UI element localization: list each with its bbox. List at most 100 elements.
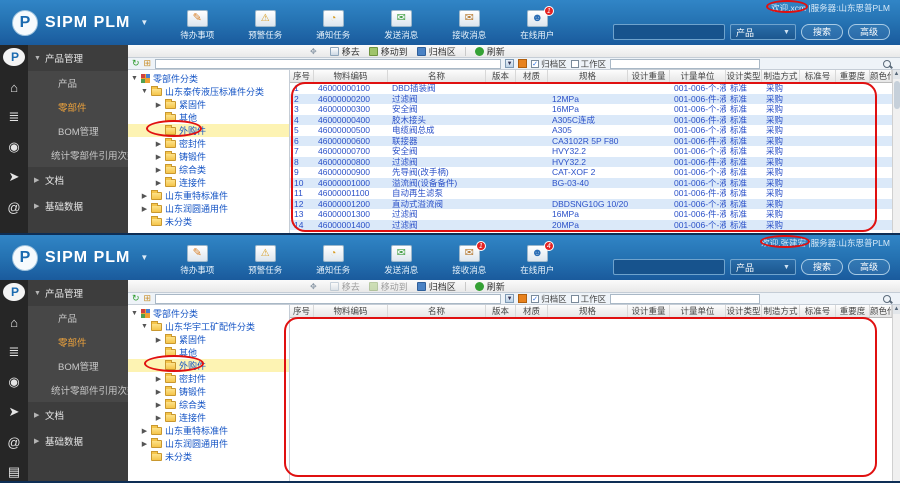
database-icon[interactable]: ≣ [4,108,24,126]
search-input[interactable] [613,259,725,275]
tree-arrow-icon[interactable]: ▼ [141,88,148,95]
support-icon[interactable]: @ [4,198,24,216]
column-header[interactable]: 颜色代号 [870,305,892,317]
column-header[interactable]: 重要度 [836,305,870,317]
sidebar-item-bom[interactable]: BOM管理 [28,354,128,378]
tree-node[interactable]: 外购件 [128,359,289,372]
table-row[interactable]: 1346000001300过滤阀16MPa001-006-件-液压标准采购 [290,209,892,220]
tree-arrow-icon[interactable]: ▶ [155,153,162,161]
tree-arrow-icon[interactable]: ▼ [131,310,138,317]
tree-node[interactable]: ▶ 山东润圆通用件 [128,202,289,215]
nav-warning-tasks[interactable]: 预警任务 [242,245,288,276]
column-header[interactable]: 制造方式 [762,70,800,82]
tree-node[interactable]: ▶ 铸锻件 [128,385,289,398]
nav-online-users[interactable]: 4 在线用户 [514,245,560,276]
column-header[interactable]: 计量单位 [670,305,726,317]
search-input[interactable] [613,24,725,40]
chevron-down-icon[interactable]: ▼ [140,18,148,27]
search-button[interactable]: 搜索 [801,24,843,40]
scrollbar[interactable]: ▲ [892,70,900,233]
tree-node[interactable]: ▼ 零部件分类 [128,72,289,85]
search-button[interactable]: 搜索 [801,259,843,275]
nav-receive-message[interactable]: 接收消息 [446,10,492,41]
tree-arrow-icon[interactable]: ▼ [131,75,138,82]
column-header[interactable]: 规格 [548,70,628,82]
send-icon[interactable]: ➤ [4,168,24,186]
table-row[interactable]: 646000000600联接器CA3102R 5P F80001-006-件-液… [290,136,892,147]
dropdown-button[interactable]: ▼ [505,294,514,303]
work-area-checkbox[interactable]: 工作区 [571,58,607,70]
app-logo[interactable]: P SIPM PLM ▼ [0,235,158,280]
remove-button[interactable]: 移去 [330,280,360,293]
tree-node[interactable]: ▶ 紧固件 [128,98,289,111]
scroll-up-icon[interactable]: ▲ [893,70,900,79]
column-header[interactable]: 规格 [548,305,628,317]
sidebar-item-documents[interactable]: ▶ 文档 [28,167,128,193]
dropdown-button[interactable]: ▼ [505,59,514,68]
tree-arrow-icon[interactable]: ▶ [155,401,162,409]
tree-refresh-icon[interactable]: ↻ [132,59,140,68]
sidebar-item-product[interactable]: 产品 [28,71,128,95]
nav-online-users[interactable]: 1 在线用户 [514,10,560,41]
column-header[interactable]: 制造方式 [762,305,800,317]
column-header[interactable]: 物料编码 [314,305,388,317]
tree-arrow-icon[interactable]: ▶ [155,166,162,174]
tree-arrow-icon[interactable]: ▶ [155,179,162,187]
sidebar-item-bom[interactable]: BOM管理 [28,119,128,143]
search-category-select[interactable]: 产品 ▼ [730,24,796,40]
tree-expand-icon[interactable]: ⊞ [144,294,152,303]
home-icon[interactable]: ⌂ [4,313,24,331]
column-header[interactable]: 设计类型 [726,70,762,82]
search-icon[interactable] [883,295,891,303]
tree-arrow-icon[interactable]: ▶ [155,101,162,109]
nav-send-message[interactable]: 发送消息 [378,10,424,41]
book-icon[interactable]: ▤ [4,463,24,481]
tree-expand-icon[interactable]: ⊞ [144,59,152,68]
locate-button[interactable] [518,294,527,303]
table-row[interactable]: 546000000500电缆阀总成A305001-006-个-液压标准采购 [290,125,892,136]
tree-node[interactable]: ▶ 山东润圆通用件 [128,437,289,450]
column-header[interactable]: 名称 [388,70,486,82]
archive-area-checkbox[interactable]: ✓归档区 [531,293,567,305]
tree-node[interactable]: 其他 [128,111,289,124]
column-header[interactable]: 标准号 [800,70,836,82]
tree-search-input[interactable] [155,294,501,304]
refresh-button[interactable]: 刷新 [475,45,505,58]
scrollbar[interactable]: ▲ [892,305,900,481]
column-header[interactable]: 材质 [516,305,548,317]
chevron-down-icon[interactable]: ▼ [140,253,148,262]
nav-todo[interactable]: 待办事项 [174,10,220,41]
table-row[interactable]: 246000000200过滤阀12MPa001-006-件-液压标准采购 [290,94,892,105]
collapse-icon[interactable]: ✥ [310,47,317,56]
column-header[interactable]: 版本 [486,70,516,82]
column-header[interactable]: 重要度 [836,70,870,82]
tree-arrow-icon[interactable]: ▶ [141,427,148,435]
sidebar-item-parts[interactable]: 零部件 [28,330,128,354]
tree-arrow-icon[interactable]: ▶ [155,414,162,422]
sidebar-item-documents[interactable]: ▶ 文档 [28,402,128,428]
tree-node[interactable]: ▼ 山东华宇工矿配件分类 [128,320,289,333]
home-icon[interactable]: ⌂ [4,78,24,96]
column-header[interactable]: 设计类型 [726,305,762,317]
app-logo[interactable]: P SIPM PLM ▼ [0,0,158,45]
tree-node[interactable]: ▶ 连接件 [128,411,289,424]
search-category-select[interactable]: 产品 ▼ [730,259,796,275]
tree-node[interactable]: ▶ 综合类 [128,398,289,411]
table-row[interactable]: 1246000001200直动式溢流阀DBDSNG10G 10/20001-00… [290,199,892,210]
sidebar-item-part-usage-count[interactable]: 统计零部件引用次数 [28,143,128,167]
table-row[interactable]: 346000000300安全阀16MPa001-006-个-液压标准采购 [290,104,892,115]
tree-arrow-icon[interactable]: ▶ [155,375,162,383]
advanced-search-button[interactable]: 高级 [848,24,890,40]
column-header[interactable]: 颜色代号 [870,70,892,82]
sidebar-item-part-usage-count[interactable]: 统计零部件引用次数 [28,378,128,402]
tree-arrow-icon[interactable]: ▶ [155,336,162,344]
tree-arrow-icon[interactable]: ▼ [141,323,148,330]
tree-node[interactable]: ▶ 连接件 [128,176,289,189]
remove-button[interactable]: 移去 [330,45,360,58]
column-header[interactable]: 序号 [290,305,314,317]
database-icon[interactable]: ≣ [4,343,24,361]
nav-receive-message[interactable]: 1 接收消息 [446,245,492,276]
table-row[interactable]: 746000000700安全阀HVY32.2001-006-个-液压标准采购 [290,146,892,157]
tree-node[interactable]: ▶ 紧固件 [128,333,289,346]
tree-arrow-icon[interactable]: ▶ [141,192,148,200]
